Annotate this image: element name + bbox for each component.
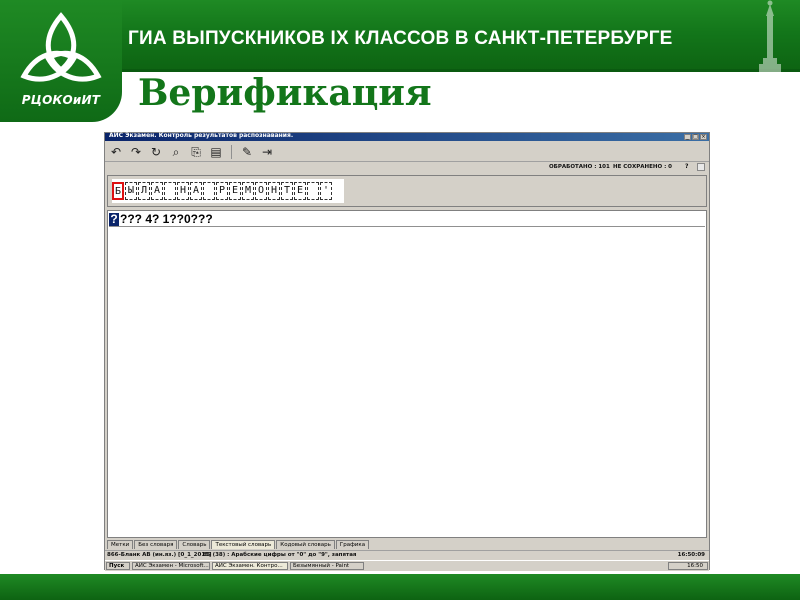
system-tray-clock: 16:50 <box>668 562 708 570</box>
char-cell[interactable]: Ы <box>125 182 137 200</box>
windows-taskbar: Пуск АИС Экзамен - Microsoft... АИС Экза… <box>105 560 709 571</box>
slide-footer-band <box>0 574 800 600</box>
taskbar-item-ais-control[interactable]: АИС Экзамен. Контро... <box>212 562 288 570</box>
toolbar-separator <box>231 144 232 159</box>
char-cell[interactable] <box>307 182 319 200</box>
char-cell[interactable]: М <box>242 182 254 200</box>
char-cell[interactable]: А <box>190 182 202 200</box>
not-saved-counter: НЕ СОХРАНЕНО : 0 <box>613 164 673 170</box>
tab-4[interactable]: Кодовый словарь <box>276 540 335 549</box>
tab-5[interactable]: Графика <box>335 540 370 549</box>
app-window: АИС Экзамен. Контроль результатов распоз… <box>104 132 710 571</box>
counters-bar: ОБРАБОТАНО : 101 НЕ СОХРАНЕНО : 0 ? <box>105 162 709 173</box>
search-icon[interactable]: ⌕ <box>168 144 184 160</box>
char-cell[interactable]: Е <box>294 182 306 200</box>
char-cell[interactable] <box>203 182 215 200</box>
window-title: АИС Экзамен. Контроль результатов распоз… <box>109 132 294 139</box>
scanned-field-image[interactable]: БЫЛА НА РЕМОНТЕ ' <box>112 179 344 203</box>
text-line-divider <box>109 226 705 227</box>
export-icon[interactable]: ⇥ <box>259 144 275 160</box>
char-cell[interactable]: Л <box>138 182 150 200</box>
char-cell[interactable]: Т <box>281 182 293 200</box>
options-button[interactable] <box>697 163 705 171</box>
field-description: 85 (38) : Арабские цифры от "0" до "9", … <box>203 552 357 558</box>
refresh-icon[interactable]: ↻ <box>148 144 164 160</box>
taskbar-item-ais-word[interactable]: АИС Экзамен - Microsoft... <box>132 562 210 570</box>
unknown-char-marker[interactable]: ? <box>109 212 119 226</box>
recognized-text[interactable]: ??? 4? 1??0??? <box>120 212 213 226</box>
close-button[interactable]: × <box>700 134 707 140</box>
logo-text: РЦОКОиИТ <box>21 93 101 107</box>
tab-3[interactable]: Текстовый словарь <box>211 540 276 549</box>
document-icon[interactable]: ▤ <box>208 144 224 160</box>
alexander-column-icon <box>759 0 781 72</box>
tab-0[interactable]: Метки <box>107 540 134 549</box>
trinity-knot-icon <box>20 12 102 82</box>
minimize-button[interactable]: _ <box>684 134 691 140</box>
char-cell[interactable] <box>164 182 176 200</box>
window-titlebar[interactable]: АИС Экзамен. Контроль результатов распоз… <box>105 132 709 141</box>
logo: РЦОКОиИТ <box>0 0 122 122</box>
toolbar: ↶ ↷ ↻ ⌕ ⎘ ▤ ✎ ⇥ <box>105 142 709 162</box>
window-controls: _ □ × <box>684 134 707 140</box>
undo-icon[interactable]: ↶ <box>108 144 124 160</box>
form-name: 866-Бланк АВ (ин.яз.) [0_1_2015] <box>107 552 212 558</box>
processed-counter: ОБРАБОТАНО : 101 <box>549 164 610 170</box>
tab-2[interactable]: Словарь <box>178 540 211 549</box>
char-cell[interactable]: Р <box>216 182 228 200</box>
char-cell[interactable]: ' <box>320 182 332 200</box>
char-cell[interactable]: А <box>151 182 163 200</box>
page-title: Верификация <box>138 72 432 114</box>
active-char-cell[interactable]: Б <box>112 182 124 200</box>
char-cell[interactable]: Н <box>177 182 189 200</box>
status-bar: 866-Бланк АВ (ин.яз.) [0_1_2015] 85 (38)… <box>105 550 709 560</box>
dictionary-tabs: Метки Без словаря Словарь Текстовый словарь… <box>107 540 370 549</box>
maximize-button[interactable]: □ <box>692 134 699 140</box>
status-time: 16:50:09 <box>677 552 705 558</box>
edit-icon[interactable]: ✎ <box>239 144 255 160</box>
scanned-image-panel: БЫЛА НА РЕМОНТЕ ' <box>107 175 707 207</box>
redo-icon[interactable]: ↷ <box>128 144 144 160</box>
char-cell[interactable]: О <box>255 182 267 200</box>
copy-icon[interactable]: ⎘ <box>188 144 204 160</box>
start-button[interactable]: Пуск <box>106 562 130 570</box>
recognition-editor[interactable]: ? ??? 4? 1??0??? <box>107 210 707 538</box>
recognized-text-line[interactable]: ? ??? 4? 1??0??? <box>109 212 213 226</box>
char-cell[interactable]: Е <box>229 182 241 200</box>
tab-1[interactable]: Без словаря <box>134 540 178 549</box>
char-cell[interactable]: Н <box>268 182 280 200</box>
taskbar-item-paint[interactable]: Безымянный - Paint <box>290 562 364 570</box>
slide-header-title: ГИА ВЫПУСКНИКОВ IX КЛАССОВ В САНКТ-ПЕТЕР… <box>128 28 673 49</box>
help-icon[interactable]: ? <box>685 163 688 170</box>
